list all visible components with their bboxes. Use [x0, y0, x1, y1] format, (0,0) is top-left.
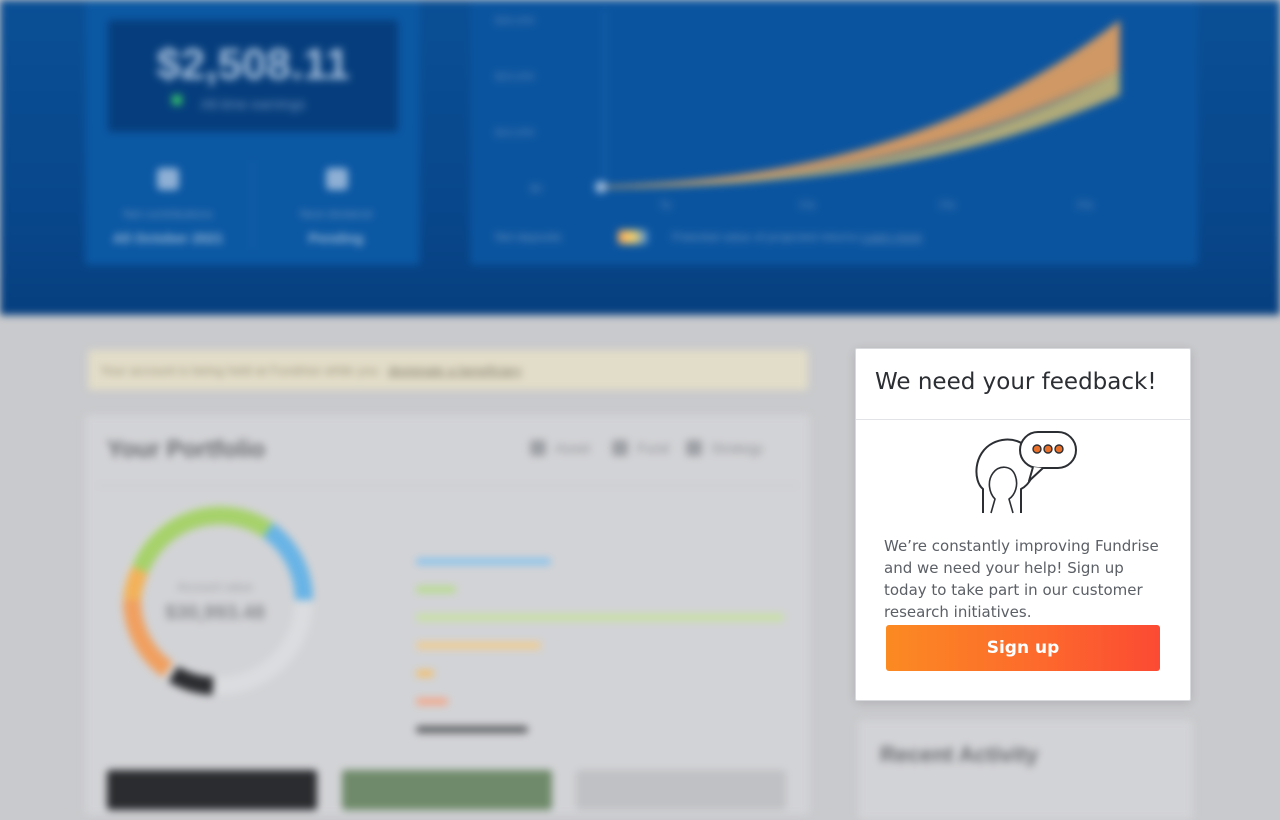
legend-swatch	[618, 230, 648, 244]
allocation-donut	[123, 505, 313, 695]
tab-fund[interactable]: Fund	[637, 440, 669, 456]
dividend-icon	[326, 168, 348, 190]
x-tick: 10y	[798, 199, 816, 211]
strategy-icon	[686, 440, 702, 456]
balance-amount: $2,508.11	[156, 40, 350, 89]
signup-button[interactable]: Sign up	[886, 625, 1160, 671]
donut-label: Account value	[177, 580, 253, 594]
legend-learn-more-link[interactable]: Learn more	[861, 230, 922, 244]
stat-left-label: Net contributions	[122, 207, 214, 221]
tab-strategy[interactable]: Strategy	[711, 440, 763, 456]
recent-activity-title: Recent Activity	[880, 742, 1039, 767]
notice-link[interactable]: designate a beneficiary	[388, 363, 522, 378]
x-tick: 15y	[938, 199, 956, 211]
current-point	[595, 181, 607, 193]
legend-net-deposits: Net deposits	[495, 230, 562, 244]
x-tick: 20y	[1076, 199, 1094, 211]
modal-divider	[856, 419, 1190, 420]
balance-subtitle: All-time earnings	[200, 96, 306, 112]
chat-bubble-person-icon	[975, 431, 1077, 514]
allocation-bar	[416, 726, 528, 733]
feedback-modal: We need your feedback! We’re constantly …	[855, 348, 1191, 701]
allocation-bar	[416, 614, 784, 621]
notice-text: Your account is being held at Fundrise w…	[100, 363, 379, 378]
asset-icon	[530, 440, 546, 456]
offering-thumbnail[interactable]	[107, 770, 317, 810]
y-tick: $10,000	[495, 127, 535, 139]
portfolio-divider	[95, 485, 800, 486]
x-tick: 5y	[660, 199, 672, 211]
offering-thumbnail[interactable]	[576, 770, 786, 810]
projection-chart: $30,000 $20,000 $10,000 $0 5y 10y 15y 20…	[495, 10, 1120, 211]
stat-divider	[252, 160, 253, 250]
y-tick: $30,000	[495, 15, 535, 27]
modal-body-text: We’re constantly improving Fundrise and …	[884, 537, 1159, 621]
tab-asset[interactable]: Asset	[555, 440, 590, 456]
stat-right-label: Next dividend	[299, 207, 373, 221]
allocation-bar	[416, 558, 551, 565]
portfolio-title: Your Portfolio	[107, 436, 266, 463]
legend-projected-text: Potential value of projected returns	[672, 230, 858, 244]
y-tick: $20,000	[495, 71, 535, 83]
y-tick: $0	[530, 183, 542, 195]
stat-left-value: All October 2021	[112, 230, 224, 246]
offering-thumbnail[interactable]	[342, 770, 552, 810]
recent-activity-card	[858, 720, 1193, 820]
calendar-icon	[157, 168, 179, 190]
allocation-bar	[416, 670, 434, 677]
fund-icon	[612, 440, 628, 456]
legend-projected: Potential value of projected returns Lea…	[672, 230, 922, 244]
allocation-bar	[416, 586, 456, 593]
allocation-bar	[416, 642, 541, 649]
modal-title: We need your feedback!	[875, 369, 1157, 395]
donut-value: $30,993.48	[164, 602, 266, 624]
stat-right-value: Pending	[308, 230, 364, 246]
allocation-bar	[416, 698, 448, 705]
